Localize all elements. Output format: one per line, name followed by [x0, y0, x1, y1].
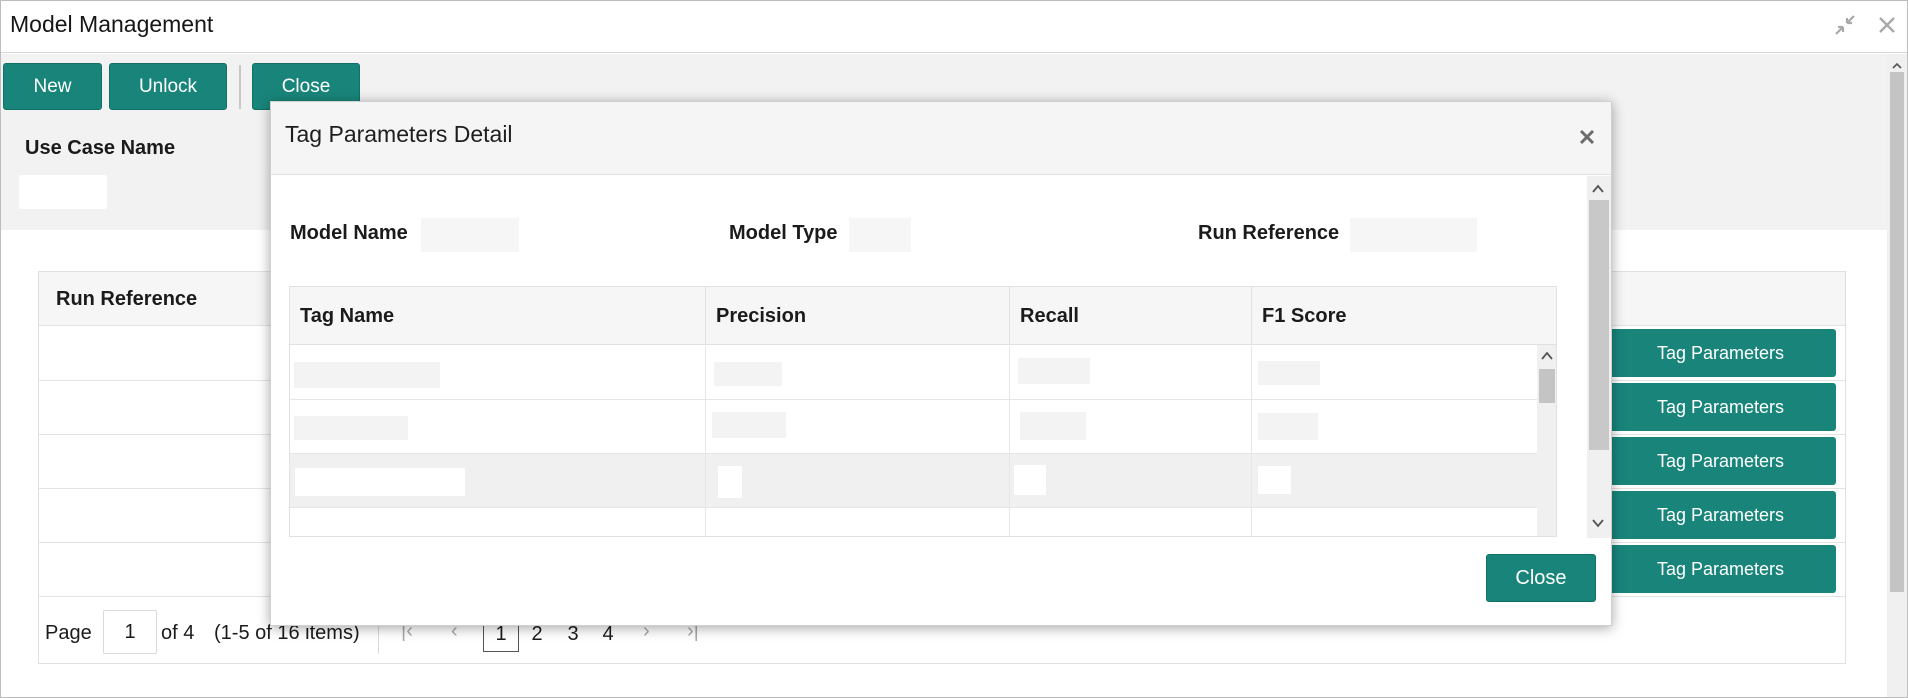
collapse-icon[interactable] — [1831, 11, 1859, 39]
tag-parameters-button[interactable]: Tag Parameters — [1605, 491, 1836, 539]
recall-header[interactable]: Recall — [1010, 287, 1252, 345]
table-row[interactable] — [290, 346, 1537, 400]
table-row[interactable] — [290, 508, 1537, 536]
model-name-value — [421, 218, 519, 252]
tag-parameters-button[interactable]: Tag Parameters — [1605, 329, 1836, 377]
tag-parameters-table: Tag Name Precision Recall F1 Score — [289, 286, 1557, 537]
dialog-scrollbar[interactable] — [1587, 176, 1611, 538]
tag-table-header: Tag Name Precision Recall F1 Score — [290, 287, 1556, 345]
scrollbar-thumb[interactable] — [1589, 200, 1609, 450]
dialog-close-icon[interactable] — [1572, 122, 1602, 152]
tag-name-header[interactable]: Tag Name — [290, 287, 706, 345]
run-reference-label: Run Reference — [1198, 222, 1340, 244]
table-row[interactable] — [290, 400, 1537, 454]
model-name-label: Model Name — [290, 222, 408, 244]
window-title: Model Management — [10, 11, 214, 37]
close-window-icon[interactable] — [1873, 11, 1901, 39]
model-type-label: Model Type — [729, 222, 838, 244]
table-row[interactable] — [290, 454, 1537, 508]
tag-parameters-button[interactable]: Tag Parameters — [1605, 383, 1836, 431]
model-type-value — [849, 218, 911, 252]
page-number-input[interactable]: 1 — [103, 610, 157, 654]
unlock-button[interactable]: Unlock — [109, 63, 227, 110]
use-case-name-label: Use Case Name — [25, 137, 176, 159]
scroll-down-icon[interactable] — [1591, 516, 1605, 530]
page-label: Page — [45, 622, 92, 644]
dialog-header: Tag Parameters Detail — [271, 102, 1611, 175]
new-button[interactable]: New — [3, 63, 102, 110]
page-scrollbar[interactable] — [1887, 54, 1907, 697]
scrollbar-thumb[interactable] — [1539, 369, 1555, 403]
run-reference-value — [1350, 218, 1477, 252]
toolbar-divider — [239, 65, 241, 109]
scroll-up-icon[interactable] — [1591, 182, 1605, 196]
run-reference-header: Run Reference — [56, 288, 198, 310]
f1-score-header[interactable]: F1 Score — [1252, 287, 1556, 345]
dialog-title: Tag Parameters Detail — [285, 121, 513, 147]
app-window: Model Management New Unlock Close Use Ca… — [0, 0, 1908, 698]
tag-parameters-button[interactable]: Tag Parameters — [1605, 545, 1836, 593]
page-count-label: of 4 — [161, 622, 195, 644]
tag-parameters-dialog: Tag Parameters Detail Model Name Model T… — [270, 101, 1612, 626]
scroll-up-icon[interactable] — [1540, 349, 1554, 363]
scroll-up-icon[interactable] — [1892, 58, 1902, 69]
precision-header[interactable]: Precision — [706, 287, 1010, 345]
use-case-name-value — [19, 175, 107, 209]
tag-parameters-button[interactable]: Tag Parameters — [1605, 437, 1836, 485]
tag-table-scrollbar[interactable] — [1537, 345, 1556, 536]
dialog-close-button[interactable]: Close — [1486, 554, 1596, 602]
title-bar: Model Management — [1, 1, 1907, 53]
scrollbar-thumb[interactable] — [1890, 72, 1904, 592]
